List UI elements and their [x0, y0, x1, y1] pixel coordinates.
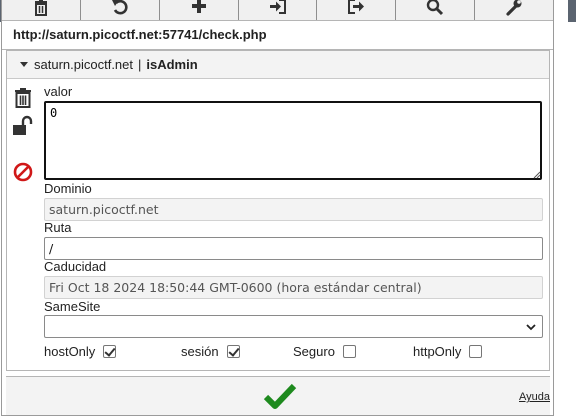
path-label: Ruta: [44, 220, 72, 235]
block-icon[interactable]: [12, 161, 34, 183]
import-button[interactable]: [238, 0, 318, 20]
domain-label: Dominio: [44, 181, 92, 196]
resize-grip-icon[interactable]: [533, 171, 541, 179]
collapse-caret-icon: [20, 62, 28, 67]
secure-flag: Seguro: [293, 344, 356, 359]
header-separator: |: [138, 57, 142, 72]
samesite-label: SameSite: [44, 299, 101, 314]
session-label: sesión: [181, 344, 219, 359]
cookie-editor-popup: http://saturn.picoctf.net:57741/check.ph…: [1, 0, 554, 416]
expiration-label: Caducidad: [44, 259, 107, 274]
chevron-down-icon: [526, 323, 536, 330]
footer: Ayuda: [6, 376, 550, 415]
hostonly-flag: hostOnly: [44, 344, 117, 359]
httponly-flag: httpOnly: [413, 344, 483, 359]
session-flag: sesión: [181, 344, 240, 359]
path-field[interactable]: [44, 237, 543, 260]
delete-cookie-trash-icon[interactable]: [12, 87, 34, 109]
current-url: http://saturn.picoctf.net:57741/check.ph…: [2, 21, 553, 50]
cookie-header[interactable]: saturn.picoctf.net | isAdmin: [7, 51, 549, 79]
samesite-select[interactable]: [44, 315, 543, 338]
import-icon: [269, 0, 286, 14]
cookie-panel: saturn.picoctf.net | isAdmin valor 0 Dom…: [6, 50, 550, 371]
secure-label: Seguro: [293, 344, 335, 359]
cookie-name: isAdmin: [146, 57, 198, 72]
delete-all-button[interactable]: [2, 0, 81, 20]
unlock-icon[interactable]: [12, 115, 34, 137]
wrench-icon: [506, 0, 522, 16]
hostonly-label: hostOnly: [44, 344, 96, 359]
session-checkbox[interactable]: [226, 345, 240, 358]
page-background-right: [568, 0, 576, 22]
undo-icon: [111, 0, 128, 15]
search-icon: [427, 0, 444, 16]
httponly-checkbox[interactable]: [469, 345, 483, 358]
secure-checkbox[interactable]: [342, 345, 356, 358]
value-label: valor: [44, 84, 73, 99]
cookie-value-field[interactable]: 0: [44, 101, 542, 180]
cookie-domain-header: saturn.picoctf.net: [34, 57, 133, 72]
export-icon: [348, 0, 365, 14]
options-button[interactable]: [475, 0, 554, 20]
reset-button[interactable]: [80, 0, 160, 20]
httponly-label: httpOnly: [413, 344, 462, 359]
add-cookie-button[interactable]: [159, 0, 239, 20]
hostonly-checkbox[interactable]: [103, 345, 117, 358]
toolbar: [2, 0, 554, 21]
search-button[interactable]: [396, 0, 476, 20]
plus-icon: [191, 0, 206, 13]
help-link[interactable]: Ayuda: [519, 391, 550, 403]
trash-icon: [34, 0, 47, 16]
domain-field: [44, 198, 543, 221]
export-button[interactable]: [317, 0, 397, 20]
save-checkmark-icon[interactable]: [262, 381, 298, 411]
expiration-field: [44, 276, 543, 299]
